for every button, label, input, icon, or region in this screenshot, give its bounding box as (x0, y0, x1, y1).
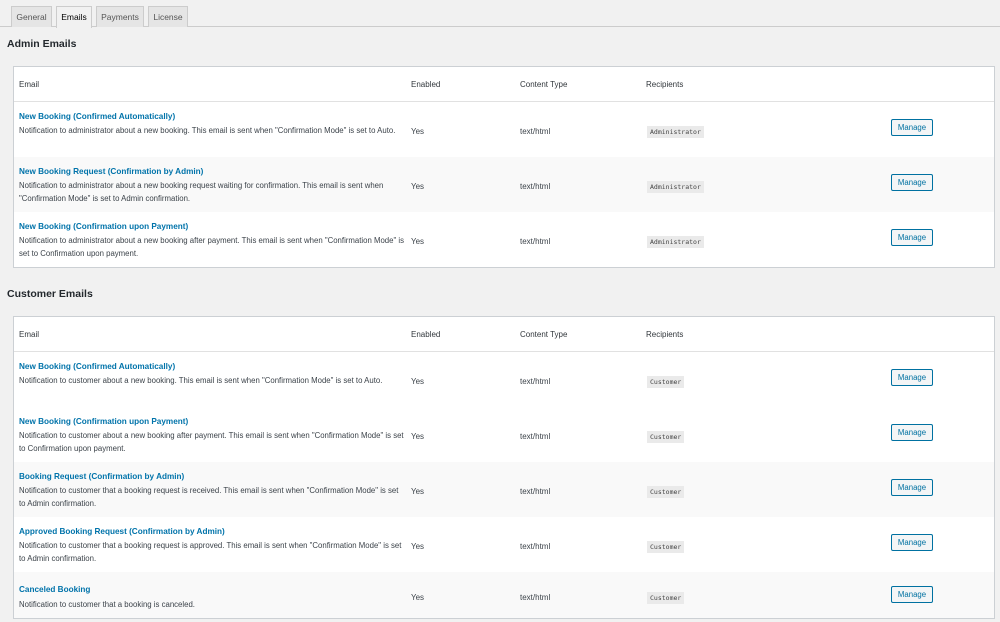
content-type-value: text/html (520, 487, 551, 496)
customer-emails-heading: Customer Emails (7, 288, 93, 300)
table-row: Approved Booking Request (Confirmation b… (14, 517, 994, 572)
content-type-value: text/html (520, 127, 551, 136)
manage-button[interactable]: Manage (891, 534, 933, 551)
table-row: New Booking Request (Confirmation by Adm… (14, 157, 994, 212)
recipients-badge: Customer (647, 541, 685, 553)
column-header-enabled: Enabled (411, 80, 441, 89)
enabled-value: Yes (411, 487, 425, 496)
admin-emails-heading: Admin Emails (7, 38, 77, 50)
email-title-link[interactable]: New Booking (Confirmation upon Payment) (19, 417, 188, 426)
recipients-badge: Customer (647, 431, 685, 443)
settings-tabs: General Emails Payments License (0, 0, 1000, 28)
enabled-value: Yes (411, 237, 425, 246)
content-type-value: text/html (520, 542, 551, 551)
enabled-value: Yes (411, 542, 425, 551)
email-description: Notification to customer about a new boo… (19, 376, 383, 385)
tab-general[interactable]: General (11, 6, 52, 27)
column-header-email: Email (19, 80, 40, 89)
customer-emails-table: Email Enabled Content Type Recipients Ne… (13, 316, 995, 619)
recipients-badge: Administrator (647, 181, 704, 193)
column-header-recipients: Recipients (646, 330, 684, 339)
recipients-badge: Customer (647, 486, 685, 498)
email-description: Notification to administrator about a ne… (19, 181, 384, 203)
table-header: Email Enabled Content Type Recipients (14, 317, 994, 352)
email-description: Notification to administrator about a ne… (19, 126, 396, 135)
recipients-badge: Customer (647, 592, 685, 604)
manage-button[interactable]: Manage (891, 229, 933, 246)
email-description: Notification to customer about a new boo… (19, 431, 404, 453)
column-header-content-type: Content Type (520, 80, 568, 89)
recipients-badge: Administrator (647, 126, 704, 138)
enabled-value: Yes (411, 593, 425, 602)
email-description: Notification to customer that a booking … (19, 541, 402, 563)
emails-settings-page: General Emails Payments License Admin Em… (0, 0, 1000, 622)
admin-emails-table: Email Enabled Content Type Recipients Ne… (13, 66, 995, 268)
tab-license[interactable]: License (148, 6, 188, 27)
table-row: New Booking (Confirmation upon Payment) … (14, 212, 994, 267)
table-row: Booking Request (Confirmation by Admin) … (14, 462, 994, 517)
manage-button[interactable]: Manage (891, 424, 933, 441)
manage-button[interactable]: Manage (891, 479, 933, 496)
recipients-badge: Administrator (647, 236, 704, 248)
enabled-value: Yes (411, 377, 425, 386)
table-row: Canceled Booking Notification to custome… (14, 572, 994, 618)
table-row: New Booking (Confirmation upon Payment) … (14, 407, 994, 462)
manage-button[interactable]: Manage (891, 174, 933, 191)
table-header: Email Enabled Content Type Recipients (14, 67, 994, 102)
email-description: Notification to customer that a booking … (19, 600, 195, 609)
email-title-link[interactable]: New Booking Request (Confirmation by Adm… (19, 167, 203, 176)
content-type-value: text/html (520, 377, 551, 386)
manage-button[interactable]: Manage (891, 369, 933, 386)
email-title-link[interactable]: New Booking (Confirmed Automatically) (19, 362, 175, 371)
enabled-value: Yes (411, 127, 425, 136)
content-type-value: text/html (520, 182, 551, 191)
column-header-content-type: Content Type (520, 330, 568, 339)
email-title-link[interactable]: Canceled Booking (19, 585, 90, 594)
content-type-value: text/html (520, 237, 551, 246)
table-row: New Booking (Confirmed Automatically) No… (14, 352, 994, 407)
manage-button[interactable]: Manage (891, 586, 933, 603)
email-title-link[interactable]: New Booking (Confirmation upon Payment) (19, 222, 188, 231)
column-header-recipients: Recipients (646, 80, 684, 89)
manage-button[interactable]: Manage (891, 119, 933, 136)
email-description: Notification to administrator about a ne… (19, 236, 405, 258)
table-row: New Booking (Confirmed Automatically) No… (14, 102, 994, 157)
email-title-link[interactable]: New Booking (Confirmed Automatically) (19, 112, 175, 121)
enabled-value: Yes (411, 432, 425, 441)
email-title-link[interactable]: Approved Booking Request (Confirmation b… (19, 527, 225, 536)
recipients-badge: Customer (647, 376, 685, 388)
email-description: Notification to customer that a booking … (19, 486, 399, 508)
content-type-value: text/html (520, 432, 551, 441)
enabled-value: Yes (411, 182, 425, 191)
column-header-enabled: Enabled (411, 330, 441, 339)
column-header-email: Email (19, 330, 40, 339)
content-type-value: text/html (520, 593, 551, 602)
email-title-link[interactable]: Booking Request (Confirmation by Admin) (19, 472, 184, 481)
tab-payments[interactable]: Payments (96, 6, 144, 27)
tab-emails[interactable]: Emails (56, 6, 92, 28)
